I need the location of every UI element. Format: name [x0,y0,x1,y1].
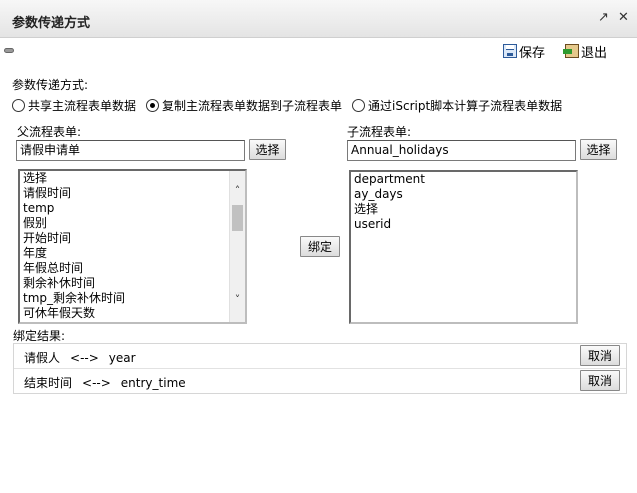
parent-form-input[interactable]: 请假申请单 [16,140,245,161]
radio-copy[interactable] [146,99,160,112]
binding-parent-field: 请假人 [24,351,61,365]
child-select-button[interactable]: 选择 [580,139,617,160]
external-link-icon[interactable]: ↗ [598,11,609,25]
list-item[interactable]: 开始时间 [20,231,245,246]
toolbar: 保存 退出 [0,38,637,64]
list-item[interactable]: 选择 [351,202,576,217]
child-field-list[interactable]: department ay_days 选择 userid [349,170,578,324]
child-form-input[interactable]: Annual_holidays [347,140,576,161]
radio-share[interactable] [12,99,25,112]
save-button[interactable]: 保存 [503,42,546,61]
list-item[interactable]: 选择 [20,171,245,186]
scroll-thumb[interactable] [232,205,243,231]
parent-select-button[interactable]: 选择 [249,139,286,160]
binding-text: 结束时间 <--> entry_time [24,374,186,391]
list-item[interactable]: 年假总时间 [20,261,245,276]
binding-results-table: 请假人 <--> year 取消 结束时间 <--> entry_time 取消 [13,343,627,394]
list-item[interactable]: tmp_剩余补休时间 [20,291,245,306]
table-row: 结束时间 <--> entry_time 取消 [14,369,626,394]
mode-label: 参数传递方式: [12,78,89,92]
cancel-binding-button[interactable]: 取消 [580,370,620,391]
table-row: 请假人 <--> year 取消 [14,344,626,369]
chevron-up-icon[interactable]: ˄ [230,183,245,199]
binding-arrow: <--> [70,351,99,365]
mode-radio-group: 共享主流程表单数据 复制主流程表单数据到子流程表单 通过iScript脚本计算子… [12,97,572,114]
radio-script[interactable] [352,99,366,112]
parent-field-list[interactable]: 选择 请假时间 temp 假别 开始时间 年度 年假总时间 剩余补休时间 tmp_剩余补休时间可… [18,169,247,324]
list-item[interactable]: department [351,172,576,187]
mode-option-copy-label: 复制主流程表单数据到子流程表单 [162,99,343,113]
window-titlebar: 参数传递方式 ↗ ✕ [0,0,637,38]
mode-option-share[interactable]: 共享主流程表单数据 [12,97,136,114]
parent-field-items: 选择 请假时间 temp 假别 开始时间 年度 年假总时间 剩余补休时间 tmp_剩余补休时间可… [20,171,245,321]
window-title: 参数传递方式 [12,16,91,31]
close-icon[interactable]: ✕ [618,11,629,25]
binding-child-field: entry_time [120,376,186,390]
exit-icon [563,44,579,58]
list-item[interactable]: ay_days [351,187,576,202]
chevron-down-icon[interactable]: ˅ [230,292,245,308]
parent-list-scrollbar[interactable]: ˄ ˅ [229,171,245,322]
mode-option-script[interactable]: 通过iScript脚本计算子流程表单数据 [352,97,562,114]
save-label: 保存 [519,45,546,61]
mode-option-script-label: 通过iScript脚本计算子流程表单数据 [368,99,563,113]
list-item[interactable]: 假别 [20,216,245,231]
list-item[interactable]: 请假时间 [20,186,245,201]
save-icon [503,44,517,58]
list-item[interactable]: userid [351,217,576,232]
cancel-binding-button[interactable]: 取消 [580,345,620,366]
list-item[interactable]: 年度 [20,246,245,261]
bind-button[interactable]: 绑定 [300,236,340,257]
exit-button[interactable]: 退出 [563,42,608,61]
exit-label: 退出 [581,45,608,61]
toolbar-handle-icon[interactable] [4,48,14,53]
child-field-items: department ay_days 选择 userid [351,172,576,232]
mode-option-copy[interactable]: 复制主流程表单数据到子流程表单 [146,97,342,114]
list-item[interactable]: 剩余补休时间 [20,276,245,291]
binding-arrow: <--> [82,376,111,390]
parent-form-label: 父流程表单: [17,125,82,139]
binding-text: 请假人 <--> year [24,349,136,366]
child-form-label: 子流程表单: [347,125,412,139]
binding-parent-field: 结束时间 [24,376,73,390]
list-item[interactable]: 可休年假天数 [20,306,245,321]
list-item[interactable]: temp [20,201,245,216]
mode-option-share-label: 共享主流程表单数据 [28,99,137,113]
binding-child-field: year [108,351,136,365]
results-label: 绑定结果: [13,329,66,343]
